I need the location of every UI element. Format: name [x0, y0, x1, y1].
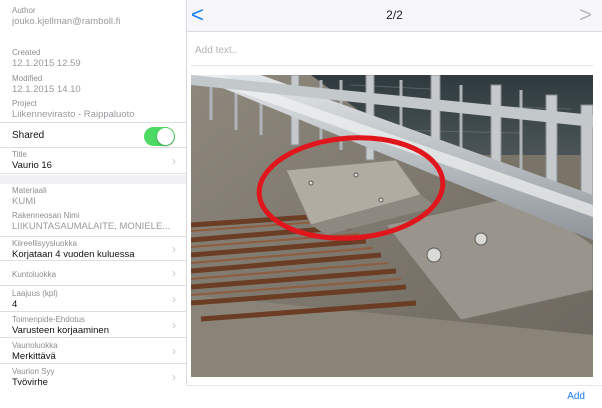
rakenneosa-label: Rakenneosan Nimi [12, 211, 80, 220]
modified-value: 12.1.2015 14.10 [12, 84, 81, 95]
shared-row: Shared [0, 123, 186, 148]
syy-label: Vaurion Syy [12, 367, 55, 376]
laajuus-row[interactable]: Laajuus (kpl) 4 › [0, 286, 186, 312]
modified-label: Modified [12, 74, 43, 83]
project-value: Liikennevirasto - Raippaluoto [12, 109, 135, 120]
toimenpide-label: Toimenpide-Ehdotus [12, 315, 85, 324]
shared-toggle[interactable] [144, 127, 175, 146]
project-label: Project [12, 99, 37, 108]
chevron-right-icon: › [172, 291, 176, 306]
note-input[interactable] [191, 36, 593, 66]
materiaali-value: KUMI [12, 196, 36, 207]
toimenpide-row[interactable]: Toimenpide-Ehdotus Varusteen korjaaminen… [0, 312, 186, 338]
kiireellisyys-row[interactable]: Kiireellisyysluokka Korjataan 4 vuoden k… [0, 237, 186, 261]
toggle-knob [157, 128, 174, 145]
rakenneosa-field: Rakenneosan Nimi LIIKUNTASAUMALAITE, MON… [0, 211, 186, 237]
damage-photo [191, 75, 593, 377]
title-value: Vaurio 16 [12, 160, 52, 171]
author-label: Author [12, 6, 36, 15]
chevron-right-icon: › [172, 266, 176, 280]
vaurioluokka-value: Merkittävä [12, 351, 56, 362]
syy-value: Työvirhe [12, 377, 48, 385]
add-button[interactable]: Add [567, 391, 585, 402]
chevron-right-icon: › [172, 153, 176, 168]
page-counter: 2/2 [386, 8, 403, 22]
author-value: jouko.kjellman@ramboll.fi [12, 16, 121, 27]
laajuus-label: Laajuus (kpl) [12, 289, 58, 298]
created-value: 12.1.2015 12.59 [12, 58, 81, 69]
rakenneosa-value: LIIKUNTASAUMALAITE, MONIELE... [12, 221, 171, 232]
photo-illustration [191, 75, 593, 377]
bottom-toolbar: Add [187, 385, 602, 408]
sidebar: Author jouko.kjellman@ramboll.fi Created… [0, 0, 187, 385]
materiaali-field: Materiaali KUMI [0, 186, 186, 208]
title-label: Title [12, 150, 27, 159]
group-separator [0, 175, 186, 184]
kiireellisyys-value: Korjataan 4 vuoden kuluessa [12, 249, 135, 260]
created-field: Created 12.1.2015 12.59 [0, 48, 186, 70]
laajuus-value: 4 [12, 299, 18, 310]
chevron-right-icon[interactable]: > [579, 2, 592, 28]
author-field: Author jouko.kjellman@ramboll.fi [0, 6, 186, 28]
toimenpide-value: Varusteen korjaaminen [12, 325, 109, 336]
chevron-right-icon: › [172, 370, 176, 384]
chevron-right-icon: › [172, 317, 176, 332]
chevron-right-icon: › [172, 241, 176, 256]
vaurioluokka-row[interactable]: Vaurioluokka Merkittävä › [0, 338, 186, 364]
created-label: Created [12, 48, 41, 57]
kuntoluokka-row[interactable]: Kuntoluokka › [0, 261, 186, 286]
vaurioluokka-label: Vaurioluokka [12, 341, 58, 350]
photo-navigation-bar: < 2/2 > [187, 0, 602, 32]
materiaali-label: Materiaali [12, 186, 47, 195]
syy-row[interactable]: Vaurion Syy Työvirhe › [0, 364, 186, 385]
chevron-right-icon: › [172, 343, 176, 358]
title-row[interactable]: Title Vaurio 16 › [0, 148, 186, 174]
modified-field: Modified 12.1.2015 14.10 [0, 74, 186, 96]
project-field: Project Liikennevirasto - Raippaluoto [0, 99, 186, 123]
kiireellisyys-label: Kiireellisyysluokka [12, 239, 77, 248]
kuntoluokka-label: Kuntoluokka [12, 270, 57, 279]
